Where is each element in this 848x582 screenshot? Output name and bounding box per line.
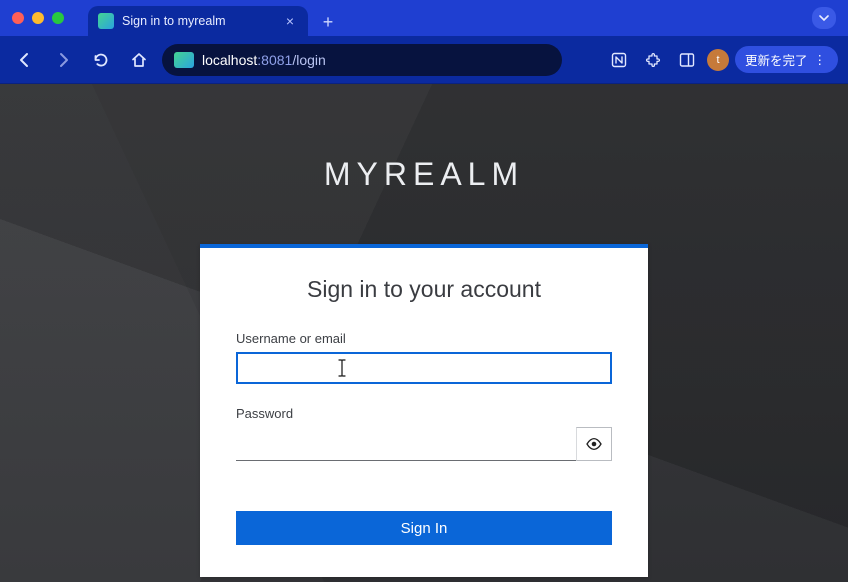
update-label: 更新を完了	[745, 50, 808, 69]
tab-favicon-icon	[98, 13, 114, 29]
page-viewport: MYREALM Sign in to your account Username…	[0, 84, 848, 582]
new-tab-button[interactable]: +	[314, 8, 342, 36]
extension-notion-button[interactable]	[605, 46, 633, 74]
sign-in-label: Sign In	[401, 520, 448, 537]
address-bar[interactable]: localhost:8081/login	[162, 44, 562, 76]
titlebar: Sign in to myrealm × +	[0, 0, 848, 36]
toolbar-right: t 更新を完了 ⋮	[605, 46, 838, 74]
password-label: Password	[236, 406, 612, 421]
maximize-window-button[interactable]	[52, 12, 64, 24]
tab-close-button[interactable]: ×	[282, 13, 298, 29]
chevron-down-icon	[819, 13, 829, 23]
username-field: Username or email	[236, 331, 612, 384]
update-button[interactable]: 更新を完了 ⋮	[735, 46, 838, 73]
card-heading: Sign in to your account	[236, 276, 612, 303]
panel-icon	[678, 51, 696, 69]
browser-tab-active[interactable]: Sign in to myrealm ×	[88, 6, 308, 36]
notion-icon	[610, 51, 628, 69]
browser-window: Sign in to myrealm × + localhost:80	[0, 0, 848, 582]
eye-icon	[585, 435, 603, 453]
home-button[interactable]	[124, 45, 154, 75]
url-port: :8081	[257, 52, 292, 68]
sign-in-button[interactable]: Sign In	[236, 511, 612, 545]
reload-button[interactable]	[86, 45, 116, 75]
profile-avatar[interactable]: t	[707, 49, 729, 71]
login-card: Sign in to your account Username or emai…	[200, 244, 648, 577]
url-path: /login	[292, 52, 325, 68]
side-panel-button[interactable]	[673, 46, 701, 74]
browser-toolbar: localhost:8081/login t 更新を完了 ⋮	[0, 36, 848, 84]
username-input[interactable]	[236, 352, 612, 384]
tab-strip: Sign in to myrealm × +	[88, 0, 342, 36]
reload-icon	[92, 51, 110, 69]
realm-title: MYREALM	[0, 156, 848, 193]
forward-button[interactable]	[48, 45, 78, 75]
tab-overflow-button[interactable]	[812, 7, 836, 29]
password-field: Password	[236, 406, 612, 461]
toggle-password-visibility-button[interactable]	[576, 427, 612, 461]
close-window-button[interactable]	[12, 12, 24, 24]
minimize-window-button[interactable]	[32, 12, 44, 24]
window-controls	[6, 12, 64, 24]
menu-dots-icon: ⋮	[814, 52, 829, 67]
url-host: localhost	[202, 52, 257, 68]
password-input[interactable]	[236, 427, 576, 461]
arrow-right-icon	[54, 51, 72, 69]
home-icon	[130, 51, 148, 69]
arrow-left-icon	[16, 51, 34, 69]
extensions-menu-button[interactable]	[639, 46, 667, 74]
puzzle-icon	[644, 51, 662, 69]
tab-title: Sign in to myrealm	[122, 14, 274, 28]
username-label: Username or email	[236, 331, 612, 346]
avatar-letter: t	[716, 54, 719, 66]
site-identity-icon	[174, 52, 194, 68]
url-text: localhost:8081/login	[202, 52, 326, 68]
back-button[interactable]	[10, 45, 40, 75]
